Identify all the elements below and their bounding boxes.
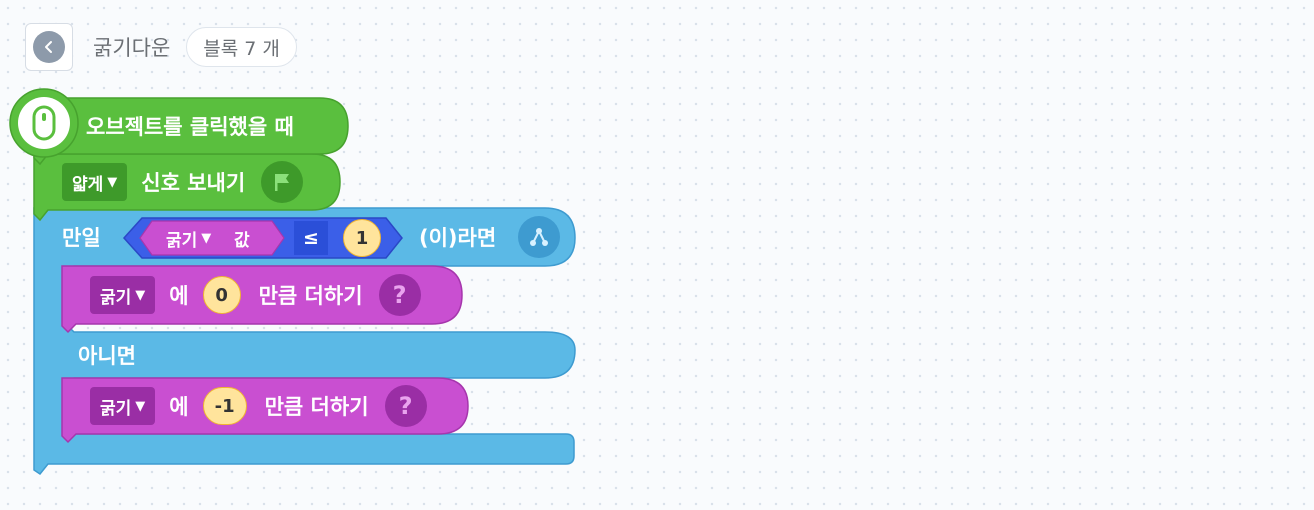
if-else-block[interactable]: 만일 (62, 208, 101, 266)
condition-variable-value: 굵기 (166, 230, 198, 251)
hat-block-label: 오브젝트를 클릭했을 때 (86, 115, 294, 139)
condition-number-value: 1 (355, 227, 369, 249)
add-block-then[interactable]: 굵기 ▼ 에 0 만큼 더하기 ? (90, 266, 421, 324)
add-else-label: 만큼 더하기 (264, 395, 369, 419)
signal-dropdown[interactable]: 얇게 ▼ (62, 163, 128, 201)
add-then-number-value: 0 (215, 284, 228, 306)
hat-block[interactable]: 오브젝트를 클릭했을 때 (86, 98, 294, 154)
variable-value-hex-shape (139, 220, 285, 256)
condition-value-label-box: 값 (234, 221, 250, 255)
signal-block-label: 신호 보내기 (141, 171, 246, 195)
flow-icon (518, 216, 560, 258)
add-then-variable-dropdown[interactable]: 굵기 ▼ (90, 276, 156, 314)
signal-dropdown-value: 얇게 (72, 174, 104, 195)
caret-down-icon: ▼ (135, 287, 146, 303)
caret-down-icon: ▼ (201, 230, 212, 246)
caret-down-icon: ▼ (107, 174, 118, 190)
add-block-else[interactable]: 굵기 ▼ 에 -1 만큼 더하기 ? (90, 378, 427, 434)
condition-value-label: 값 (234, 230, 250, 251)
condition-variable-dropdown[interactable]: 굵기 ▼ (166, 221, 211, 255)
condition-number-input[interactable]: 1 (343, 219, 381, 257)
add-then-variable-value: 굵기 (100, 287, 132, 308)
condition-operator: ≤ (303, 227, 319, 249)
add-else-variable-dropdown[interactable]: 굵기 ▼ (90, 387, 156, 425)
question-icon: ? (378, 274, 421, 316)
condition-operator-dropdown[interactable]: ≤ (294, 221, 328, 255)
if-label: 만일 (62, 226, 101, 250)
mouse-icon (30, 105, 58, 141)
caret-down-icon: ▼ (135, 398, 146, 414)
add-then-number-input[interactable]: 0 (202, 276, 241, 314)
add-then-to-label: 에 (169, 284, 189, 308)
flag-icon (261, 161, 304, 203)
add-else-number-value: -1 (214, 395, 235, 417)
else-label-box: 아니면 (78, 332, 136, 378)
else-label: 아니면 (78, 344, 136, 368)
add-else-to-label: 에 (169, 395, 189, 419)
add-else-number-input[interactable]: -1 (202, 387, 247, 425)
then-label-box: (이)라면 (419, 208, 496, 266)
add-then-label: 만큼 더하기 (258, 284, 363, 308)
then-label: (이)라면 (419, 226, 497, 250)
signal-block[interactable]: 얇게 ▼ 신호 보내기 (62, 154, 304, 210)
add-else-variable-value: 굵기 (100, 398, 132, 419)
question-icon: ? (384, 385, 427, 427)
